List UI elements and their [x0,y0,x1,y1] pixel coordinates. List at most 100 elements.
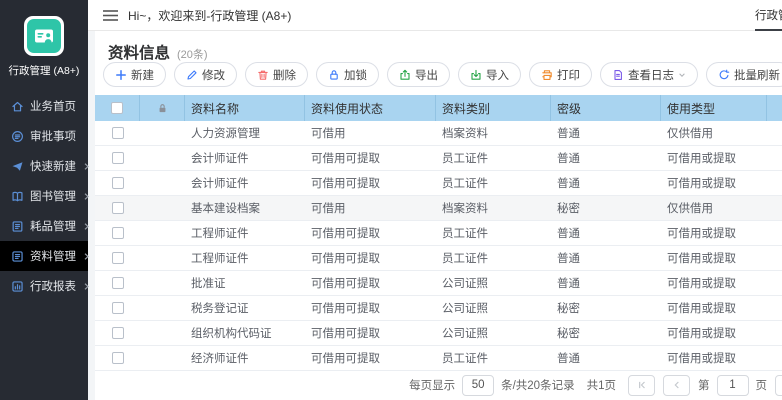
table-row[interactable]: 工程师证件 可借用可提取 员工证件 普通 可借用或提取 [95,221,782,246]
cell-category: 员工证件 [436,150,551,166]
data-table: 资料名称 资料使用状态 资料类别 密级 使用类型 人力资源管理 可借用 档案资料… [95,95,782,371]
chevron-right-icon [82,162,91,171]
row-checkbox[interactable] [112,252,124,264]
table-row[interactable]: 会计师证件 可借用可提取 员工证件 普通 可借用或提取 [95,146,782,171]
sidebar-item-3[interactable]: 图书管理 [0,181,88,211]
cell-category: 公司证照 [436,325,551,341]
row-checkbox[interactable] [112,202,124,214]
cell-name: 批准证 [185,275,305,291]
table-row[interactable]: 税务登记证 可借用可提取 公司证照 秘密 可借用或提取 [95,296,782,321]
sidebar-item-label: 行政报表 [30,278,76,294]
cell-use-type: 可借用或提取 [661,325,767,341]
print-icon [541,69,553,81]
book-icon [11,190,24,203]
toolbar-button-label: 修改 [202,67,225,83]
sidebar-item-6[interactable]: 行政报表 [0,271,88,301]
toolbar-button-label: 查看日志 [628,67,674,83]
toolbar-button-label: 导入 [486,67,509,83]
cell-secrecy: 普通 [551,250,661,266]
log-icon [612,69,624,81]
col-header-name[interactable]: 资料名称 [185,95,305,121]
sidebar-item-label: 业务首页 [30,98,76,114]
cell-status: 可借用可提取 [305,300,436,316]
tab-admin-management[interactable]: 行政管理 [755,0,782,31]
per-page-label: 每页显示 [409,377,455,393]
cell-category: 档案资料 [436,200,551,216]
row-checkbox[interactable] [112,277,124,289]
cell-name: 人力资源管理 [185,125,305,141]
table-row[interactable]: 经济师证件 可借用可提取 员工证件 普通 可借用或提取 [95,346,782,371]
cell-use-type: 可借用或提取 [661,250,767,266]
table-row[interactable]: 会计师证件 可借用可提取 员工证件 普通 可借用或提取 [95,171,782,196]
app-title: 行政管理 (A8+) [9,63,80,78]
sidebar-item-2[interactable]: 快速新建 [0,151,88,181]
cell-category: 公司证照 [436,300,551,316]
page-number-input[interactable] [717,375,749,396]
sidebar-item-label: 资料管理 [30,248,76,264]
cell-status: 可借用可提取 [305,150,436,166]
col-header-use-type[interactable]: 使用类型 [661,95,767,121]
toolbar-button-4[interactable]: 导出 [387,62,450,87]
toolbar-button-3[interactable]: 加锁 [316,62,379,87]
row-checkbox[interactable] [112,127,124,139]
cell-secrecy: 普通 [551,125,661,141]
col-header-status[interactable]: 资料使用状态 [305,95,436,121]
select-all-checkbox[interactable] [111,102,123,114]
table-row[interactable]: 基本建设档案 可借用 档案资料 秘密 仅供借用 [95,196,782,221]
refresh-icon [718,69,730,81]
per-page-input[interactable] [462,375,494,396]
page-suffix-label: 页 [756,377,768,393]
table-row[interactable]: 组织机构代码证 可借用可提取 公司证照 秘密 可借用或提取 [95,321,782,346]
sidebar-item-4[interactable]: 耗品管理 [0,211,88,241]
row-checkbox[interactable] [112,177,124,189]
row-checkbox[interactable] [112,227,124,239]
cell-use-type: 仅供借用 [661,125,767,141]
row-checkbox[interactable] [112,152,124,164]
table-row[interactable]: 人力资源管理 可借用 档案资料 普通 仅供借用 [95,121,782,146]
col-header-secrecy[interactable]: 密级 [551,95,661,121]
first-page-button[interactable] [628,375,655,396]
cell-status: 可借用可提取 [305,350,436,366]
cell-category: 员工证件 [436,225,551,241]
cell-secrecy: 秘密 [551,325,661,341]
cell-category: 公司证照 [436,275,551,291]
cell-use-type: 可借用或提取 [661,225,767,241]
toolbar-button-8[interactable]: 批量刷新 [706,62,782,87]
table-row[interactable]: 批准证 可借用可提取 公司证照 普通 可借用或提取 [95,271,782,296]
toolbar-button-0[interactable]: 新建 [103,62,166,87]
row-checkbox[interactable] [112,327,124,339]
table-row[interactable]: 工程师证件 可借用可提取 员工证件 普通 可借用或提取 [95,246,782,271]
sidebar-item-1[interactable]: 审批事项 [0,121,88,151]
cell-use-type: 可借用或提取 [661,275,767,291]
page-title: 资料信息 [108,41,170,63]
toolbar-button-5[interactable]: 导入 [458,62,521,87]
cell-secrecy: 普通 [551,175,661,191]
table-header-row: 资料名称 资料使用状态 资料类别 密级 使用类型 [95,95,782,121]
app-logo[interactable] [24,16,64,56]
toolbar-button-1[interactable]: 修改 [174,62,237,87]
sidebar-item-5[interactable]: 资料管理 [0,241,88,271]
cell-secrecy: 普通 [551,225,661,241]
hamburger-menu-icon[interactable] [103,9,118,22]
toolbar-button-2[interactable]: 删除 [245,62,308,87]
cell-name: 税务登记证 [185,300,305,316]
row-checkbox[interactable] [112,352,124,364]
lock-icon [328,69,340,81]
edit-icon [186,69,198,81]
prev-page-button[interactable] [663,375,690,396]
sidebar-item-0[interactable]: 业务首页 [0,91,88,121]
cell-name: 基本建设档案 [185,200,305,216]
cell-use-type: 可借用或提取 [661,150,767,166]
toolbar-button-7[interactable]: 查看日志 [600,62,698,87]
welcome-text: Hi~，欢迎来到-行政管理 (A8+) [128,7,291,24]
cell-secrecy: 秘密 [551,200,661,216]
toolbar-button-6[interactable]: 打印 [529,62,592,87]
cell-name: 工程师证件 [185,225,305,241]
row-checkbox[interactable] [112,302,124,314]
next-page-button[interactable] [775,375,782,396]
col-header-category[interactable]: 资料类别 [436,95,551,121]
sidebar-item-label: 审批事项 [30,128,76,144]
plus-icon [115,69,127,81]
sidebar-item-label: 快速新建 [30,158,76,174]
cell-status: 可借用可提取 [305,250,436,266]
